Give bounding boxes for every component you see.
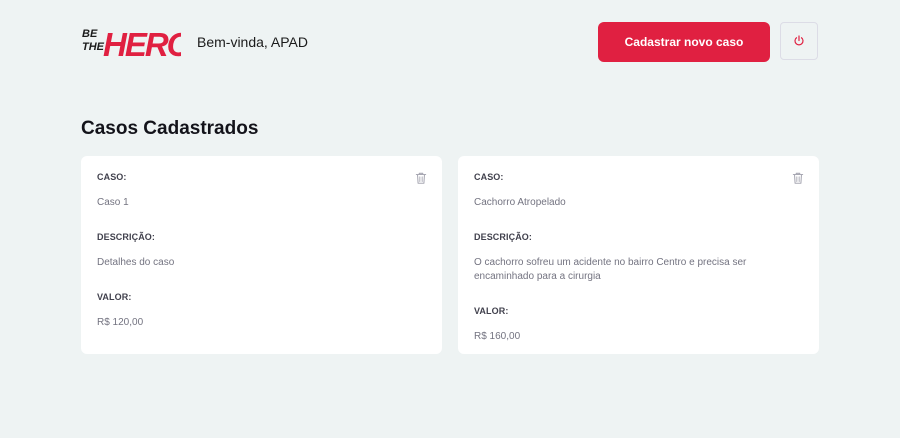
value-label: VALOR: [97, 292, 132, 302]
be-the-hero-logo: BE THE HERO [82, 26, 181, 62]
page-title: Casos Cadastrados [81, 118, 259, 139]
logout-button[interactable] [780, 22, 818, 60]
case-label: CASO: [97, 172, 127, 182]
trash-icon[interactable] [791, 171, 805, 185]
value-label: VALOR: [474, 306, 509, 316]
description-value: O cachorro sofreu um acidente no bairro … [474, 257, 747, 282]
case-value: Caso 1 [97, 197, 129, 208]
value-amount: R$ 160,00 [474, 331, 521, 342]
value-amount: R$ 120,00 [97, 317, 144, 328]
case-card: CASO: Cachorro Atropelado DESCRIÇÃO: O c… [458, 156, 819, 354]
trash-icon[interactable] [414, 171, 428, 185]
description-label: DESCRIÇÃO: [97, 232, 156, 242]
case-label: CASO: [474, 172, 504, 182]
power-icon [794, 35, 804, 46]
case-value: Cachorro Atropelado [474, 197, 566, 208]
case-card: CASO: Caso 1 DESCRIÇÃO: Detalhes do caso… [81, 156, 442, 354]
logo-text-be: BE [82, 28, 98, 40]
description-label: DESCRIÇÃO: [474, 232, 533, 242]
description-value: Detalhes do caso [97, 257, 175, 268]
header: BE THE HERO Bem-vinda, APAD Cadastrar no… [81, 22, 820, 62]
logo-text-hero: HERO [103, 26, 181, 62]
welcome-text: Bem-vinda, APAD [197, 34, 309, 50]
logo-text-the: THE [82, 41, 105, 53]
new-case-button[interactable]: Cadastrar novo caso [598, 22, 770, 62]
